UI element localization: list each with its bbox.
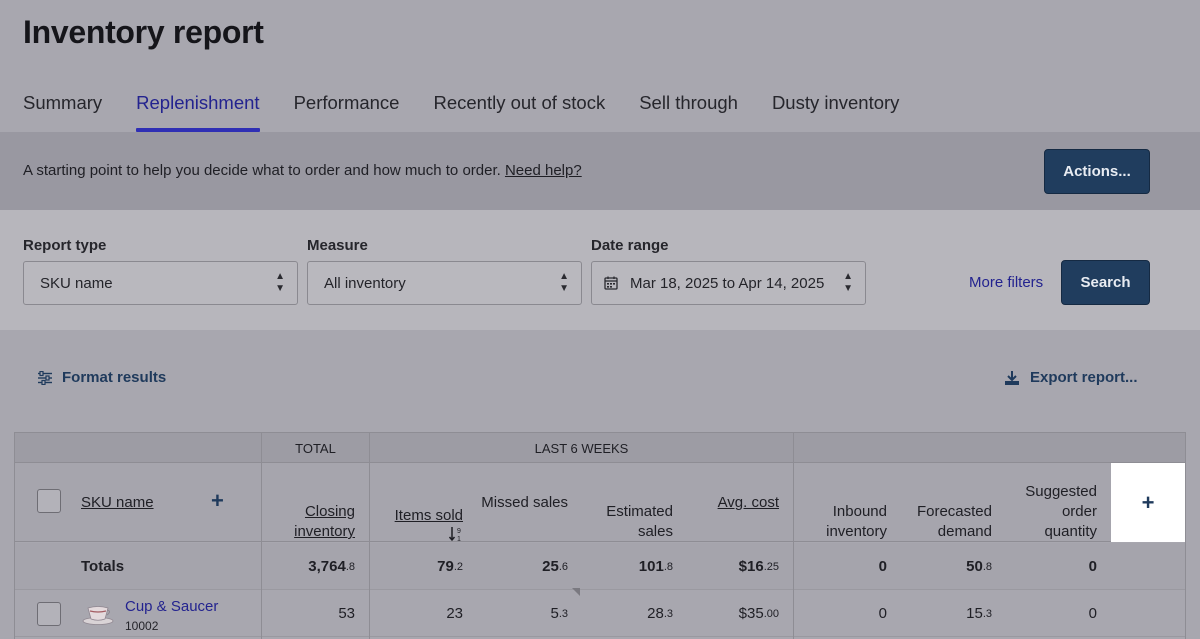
results-toolbar: Format results Export report... [0, 330, 1200, 430]
divider [261, 433, 262, 639]
date-range-select[interactable]: Mar 18, 2025 to Apr 14, 2025 ▲ ▼ [591, 261, 866, 305]
col-suggested-order-quantity[interactable]: Suggested order quantity [1006, 463, 1111, 542]
col-avg-cost[interactable]: Avg. cost [687, 463, 793, 542]
totals-missed-sales: 25.6 [542, 558, 568, 575]
select-arrows-icon: ▲ ▼ [559, 271, 569, 294]
cell-estimated-sales: 28.3 [647, 605, 673, 622]
note-indicator-icon [572, 588, 580, 596]
need-help-link[interactable]: Need help? [505, 162, 582, 179]
search-button[interactable]: Search [1061, 260, 1150, 305]
tab-recently-out-of-stock[interactable]: Recently out of stock [433, 92, 605, 132]
report-type-label: Report type [23, 237, 107, 254]
calendar-icon [604, 276, 618, 290]
sort-descending-icon: 9 1 [449, 527, 461, 542]
totals-inbound: 0 [878, 558, 887, 575]
col-inbound-inventory[interactable]: Inbound inventory [793, 463, 901, 542]
cell-avg-cost: $35.00 [738, 605, 779, 622]
select-arrows-icon: ▲ ▼ [843, 271, 853, 294]
product-sku-id: 10002 [125, 619, 159, 633]
export-report-button[interactable]: Export report... [1004, 369, 1138, 386]
date-range-value: Mar 18, 2025 to Apr 14, 2025 [630, 274, 825, 292]
tab-dusty-inventory[interactable]: Dusty inventory [772, 92, 900, 132]
totals-closing: 3,764.8 [308, 558, 355, 575]
info-text: A starting point to help you decide what… [23, 162, 582, 179]
plus-icon: + [1141, 489, 1155, 515]
totals-items-sold: 79.2 [437, 558, 463, 575]
col-forecasted-demand[interactable]: Forecasted demand [901, 463, 1006, 542]
cell-forecast: 15.3 [966, 605, 992, 622]
tab-replenishment[interactable]: Replenishment [136, 92, 260, 132]
col-missed-sales[interactable]: Missed sales [477, 463, 582, 542]
add-column-icon[interactable]: + [211, 490, 224, 512]
totals-avg-cost: $16.25 [738, 558, 779, 575]
tab-summary[interactable]: Summary [23, 92, 102, 132]
col-estimated-sales[interactable]: Estimated sales [582, 463, 687, 542]
svg-text:9: 9 [457, 528, 461, 535]
product-name-link[interactable]: Cup & Saucer [125, 598, 218, 615]
export-report-label: Export report... [1030, 369, 1138, 386]
report-tabs: Summary Replenishment Performance Recent… [23, 92, 933, 132]
group-last-6-weeks: LAST 6 WEEKS [369, 433, 793, 463]
column-group-row: TOTAL LAST 6 WEEKS [15, 433, 1185, 463]
product-thumbnail [82, 606, 114, 625]
info-banner: A starting point to help you decide what… [0, 132, 1200, 210]
group-total: TOTAL [261, 433, 369, 463]
svg-text:1: 1 [457, 536, 461, 542]
col-sku-name[interactable]: SKU name [81, 463, 201, 542]
measure-label: Measure [307, 237, 368, 254]
tab-sell-through[interactable]: Sell through [639, 92, 738, 132]
sliders-icon [38, 370, 52, 385]
filter-bar: Report type SKU name ▲ ▼ Measure All inve… [0, 210, 1200, 330]
totals-estimated-sales: 101.8 [638, 558, 673, 575]
group-empty [793, 433, 1185, 463]
info-description: A starting point to help you decide what… [23, 162, 501, 179]
cell-missed-sales: 5.3 [550, 605, 568, 622]
cell-suggested: 0 [1088, 605, 1097, 622]
select-all-checkbox[interactable] [37, 489, 61, 513]
tab-performance[interactable]: Performance [294, 92, 400, 132]
row-checkbox[interactable] [37, 602, 61, 626]
col-closing-inventory[interactable]: Closing inventory [261, 463, 369, 542]
cell-items-sold: 23 [446, 605, 463, 622]
format-results-label: Format results [62, 369, 167, 386]
divider [793, 433, 794, 639]
totals-suggested: 0 [1088, 558, 1097, 575]
measure-value: All inventory [324, 274, 406, 292]
date-range-label: Date range [591, 237, 669, 254]
table-row: Cup & Saucer 10002 53 23 5.3 28.3 $35.00… [15, 590, 1185, 637]
format-results-button[interactable]: Format results [38, 369, 166, 386]
cell-inbound: 0 [878, 605, 887, 622]
header-row: SKU name + Closing inventory Items sold 9… [15, 463, 1185, 542]
download-icon [1005, 370, 1019, 385]
page-title: Inventory report [23, 14, 264, 50]
more-filters-link[interactable]: More filters [969, 274, 1043, 291]
report-type-value: SKU name [40, 274, 113, 292]
col-items-sold[interactable]: Items sold 9 1 [369, 463, 477, 542]
totals-label: Totals [81, 558, 125, 575]
add-column-button[interactable]: + [1111, 463, 1185, 542]
totals-forecast: 50.8 [966, 558, 992, 575]
actions-button[interactable]: Actions... [1044, 149, 1150, 194]
totals-row: Totals 3,764.8 79.2 25.6 101.8 $16.25 0 … [15, 543, 1185, 590]
measure-select[interactable]: All inventory ▲ ▼ [307, 261, 582, 305]
divider [369, 433, 370, 639]
inventory-table: TOTAL LAST 6 WEEKS SKU name + Closing inv… [14, 432, 1186, 639]
cell-closing: 53 [338, 605, 355, 622]
select-arrows-icon: ▲ ▼ [275, 271, 285, 294]
report-type-select[interactable]: SKU name ▲ ▼ [23, 261, 298, 305]
